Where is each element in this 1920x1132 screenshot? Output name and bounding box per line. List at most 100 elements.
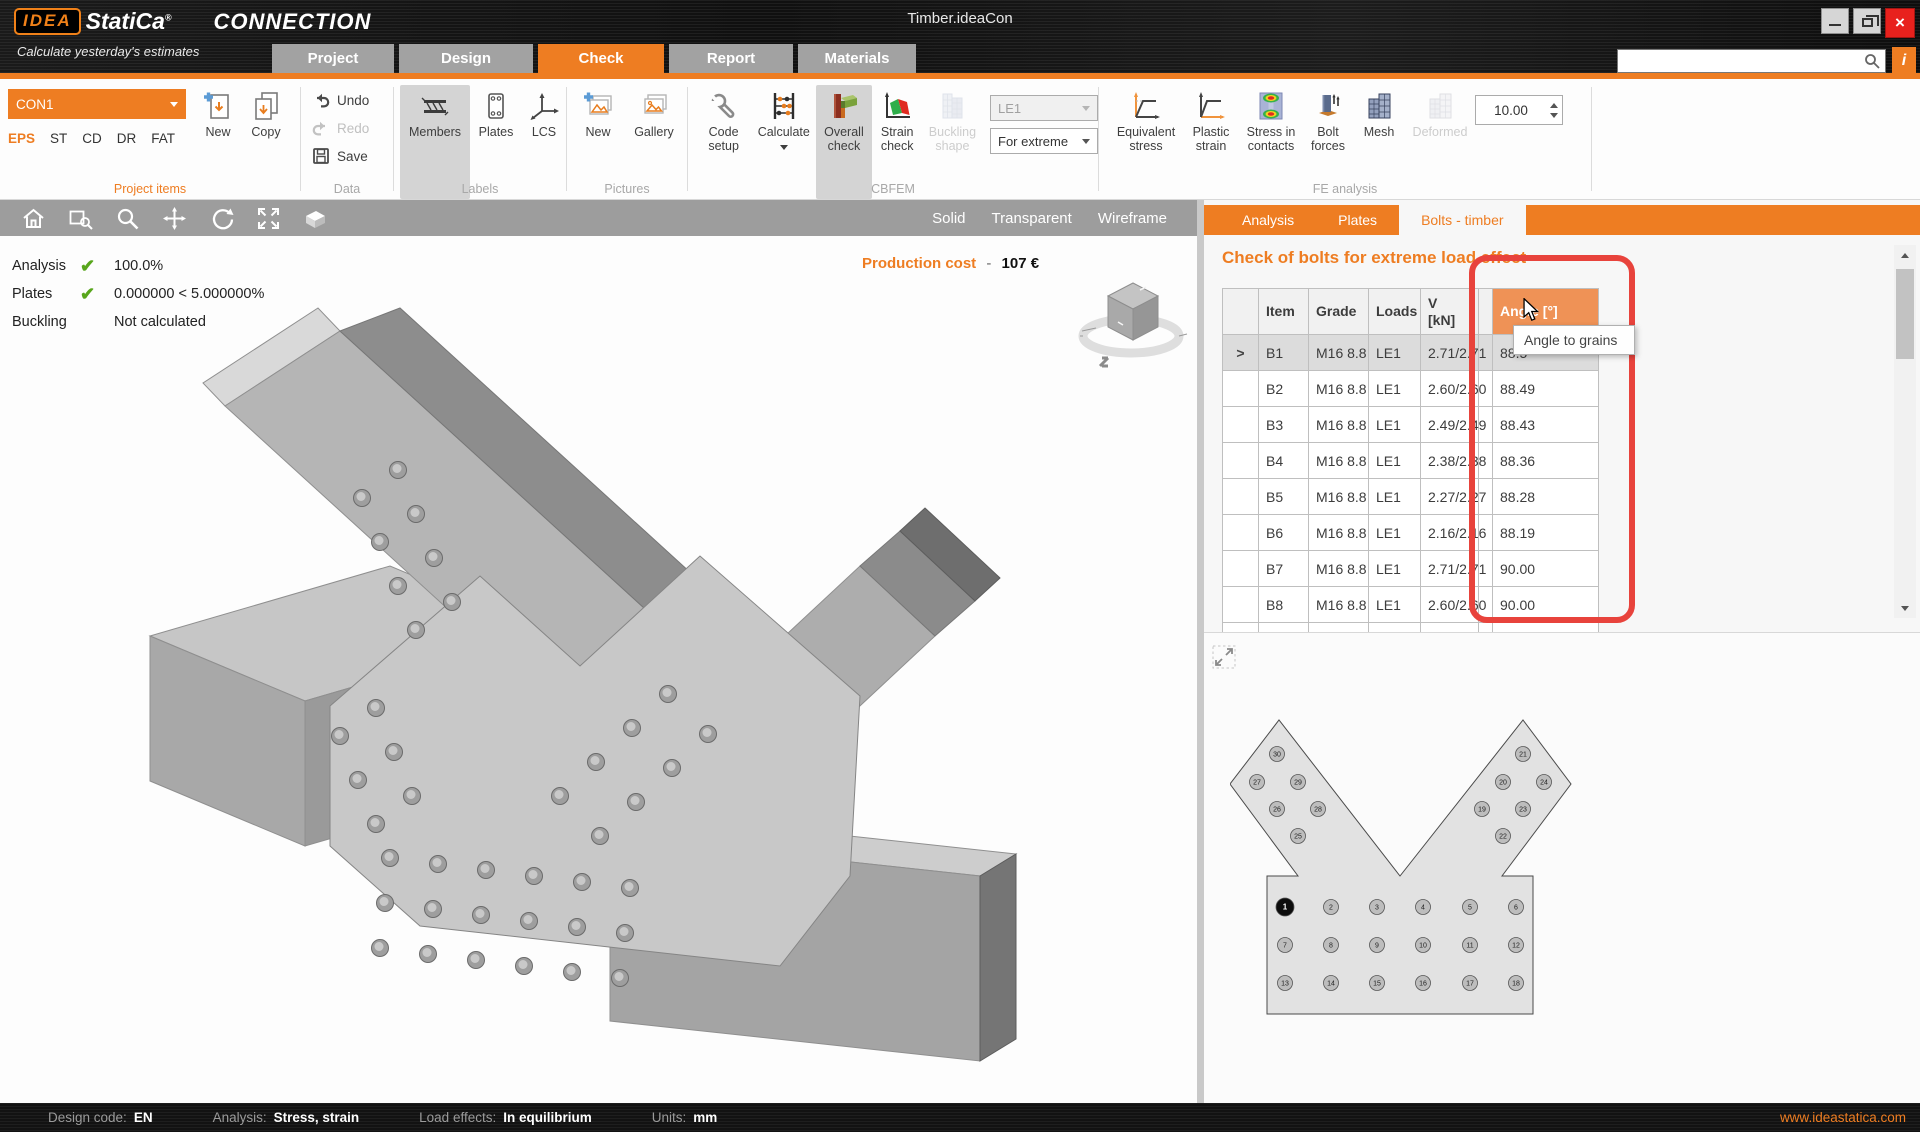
minimize-icon [1829,24,1841,26]
status-label-buckling: Buckling [12,314,80,330]
chevron-down-icon [1082,139,1090,144]
tab-design[interactable]: Design [399,44,533,73]
calculate-label: Calculate [758,125,810,139]
equivalent-stress-label-1: Equivalent [1117,125,1175,139]
load-effects-value: In equilibrium [503,1110,592,1125]
plastic-strain-label-1: Plastic [1193,125,1230,139]
col-item[interactable]: Item [1259,289,1309,335]
expand-icon[interactable] [1212,645,1236,669]
col-loads[interactable]: Loads [1369,289,1421,335]
save-icon [311,146,331,166]
zoom-icon[interactable] [114,205,141,232]
statica-logo: StatiCa [86,8,165,34]
minimize-button[interactable] [1821,8,1849,34]
spinner-up-icon[interactable] [1550,103,1558,108]
close-button[interactable]: × [1885,8,1915,38]
group-cbfem: Codesetup Calculate [688,79,1098,199]
table-row[interactable] [1223,623,1599,633]
copy-item-button[interactable]: Copy [242,85,290,146]
extreme-filter-value: For extreme [998,134,1068,149]
code-cd[interactable]: CD [82,131,102,146]
spinner-arrows[interactable] [1546,103,1562,118]
pan-icon[interactable] [161,205,188,232]
tab-project[interactable]: Project [272,44,394,73]
home-view-icon[interactable] [20,205,47,232]
zoom-fit-icon[interactable] [255,205,282,232]
redo-button[interactable]: Redo [311,115,393,141]
app-window: IDEA StatiCa® CONNECTION Calculate yeste… [0,0,1920,1132]
group-pictures: New Gallery Pictures [567,79,687,199]
extreme-filter-select[interactable]: For extreme [990,128,1098,154]
table-row[interactable]: B3M16 8.8LE12.49/2.4988.43 [1223,407,1599,443]
group-label-fe-analysis: FE analysis [1099,182,1591,196]
connection-item-select[interactable]: CON1 [8,89,186,119]
table-row[interactable]: B5M16 8.8LE12.27/2.2788.28 [1223,479,1599,515]
table-row[interactable]: B2M16 8.8LE12.60/2.6088.49 [1223,371,1599,407]
statusbar-design-code: Design code: EN [48,1110,153,1125]
undo-button[interactable]: Undo [311,87,393,113]
design-code-value: EN [134,1110,153,1125]
svg-text:5: 5 [1468,905,1472,912]
table-row[interactable]: B6M16 8.8LE12.16/2.1688.19 [1223,515,1599,551]
strain-check-label-2: check [881,139,914,153]
view-mode-solid[interactable]: Solid [932,210,965,227]
group-label-project-items: Project items [0,182,300,196]
equivalent-stress-label-2: stress [1129,139,1162,153]
redo-label: Redo [337,121,369,136]
results-tab-bar: Analysis Plates Bolts - timber [1204,205,1920,235]
mouse-cursor [1520,298,1542,322]
code-dr[interactable]: DR [117,131,137,146]
tab-plates[interactable]: Plates [1316,205,1399,235]
scrollbar-thumb[interactable] [1896,269,1914,359]
production-cost: Production cost - 107 € [862,255,1039,272]
save-button[interactable]: Save [311,143,393,169]
viewport-3d[interactable]: Solid Transparent Wireframe Analysis ✔ 1… [0,200,1197,1103]
view-mode-transparent[interactable]: Transparent [992,210,1072,227]
zoom-window-icon[interactable] [67,205,94,232]
svg-text:16: 16 [1419,981,1427,988]
tab-bolts-timber[interactable]: Bolts - timber [1399,205,1525,235]
website-link[interactable]: www.ideastatica.com [1780,1110,1906,1125]
svg-text:10: 10 [1419,943,1427,950]
scroll-down-icon[interactable] [1894,598,1916,618]
col-v[interactable]: V[kN] [1421,289,1479,335]
navigation-cube[interactable] [1078,272,1188,372]
statusbar-load-effects: Load effects: In equilibrium [419,1110,592,1125]
rotate-icon[interactable] [208,205,235,232]
viewport-toolbar: Solid Transparent Wireframe [0,200,1197,236]
table-scrollbar[interactable] [1894,245,1916,618]
code-st[interactable]: ST [50,131,67,146]
bolt-table-body: >B1M16 8.8LE12.71/2.7188.5B2M16 8.8LE12.… [1223,335,1599,633]
table-row[interactable]: B8M16 8.8LE12.60/2.6090.00 [1223,587,1599,623]
load-effect-select[interactable]: LE1 [990,95,1098,121]
solid-view-icon[interactable] [302,205,329,232]
copy-item-icon [249,89,283,123]
search-icon[interactable] [1862,51,1882,71]
svg-text:28: 28 [1314,807,1322,814]
new-item-button[interactable]: New [194,85,242,146]
info-button[interactable]: i [1892,47,1916,74]
group-label-cbfem: CBFEM [688,182,1098,196]
group-data: Undo Redo Save [301,79,393,199]
table-row[interactable]: B7M16 8.8LE12.71/2.7190.00 [1223,551,1599,587]
col-spacer [1479,289,1493,335]
table-row[interactable]: B4M16 8.8LE12.38/2.3888.36 [1223,443,1599,479]
tab-report[interactable]: Report [669,44,793,73]
deformation-scale-spinner[interactable]: 10.00 [1475,95,1563,125]
code-fat[interactable]: FAT [151,131,175,146]
maximize-button[interactable] [1853,8,1881,34]
tab-materials[interactable]: Materials [798,44,916,73]
search-input[interactable] [1623,51,1862,71]
panel-splitter[interactable] [1197,200,1204,1103]
bolt-layout-diagram[interactable]: 1234567891011121314151617181920212223242… [1230,701,1575,1021]
tab-check[interactable]: Check [538,44,664,73]
design-code-label: Design code: [48,1110,127,1125]
scroll-up-icon[interactable] [1894,245,1916,265]
svg-text:8: 8 [1329,943,1333,950]
view-mode-wireframe[interactable]: Wireframe [1098,210,1167,227]
tab-analysis[interactable]: Analysis [1220,205,1316,235]
col-grade[interactable]: Grade [1309,289,1369,335]
code-eps[interactable]: EPS [8,131,35,146]
production-cost-sep: - [986,255,991,272]
spinner-down-icon[interactable] [1550,113,1558,118]
